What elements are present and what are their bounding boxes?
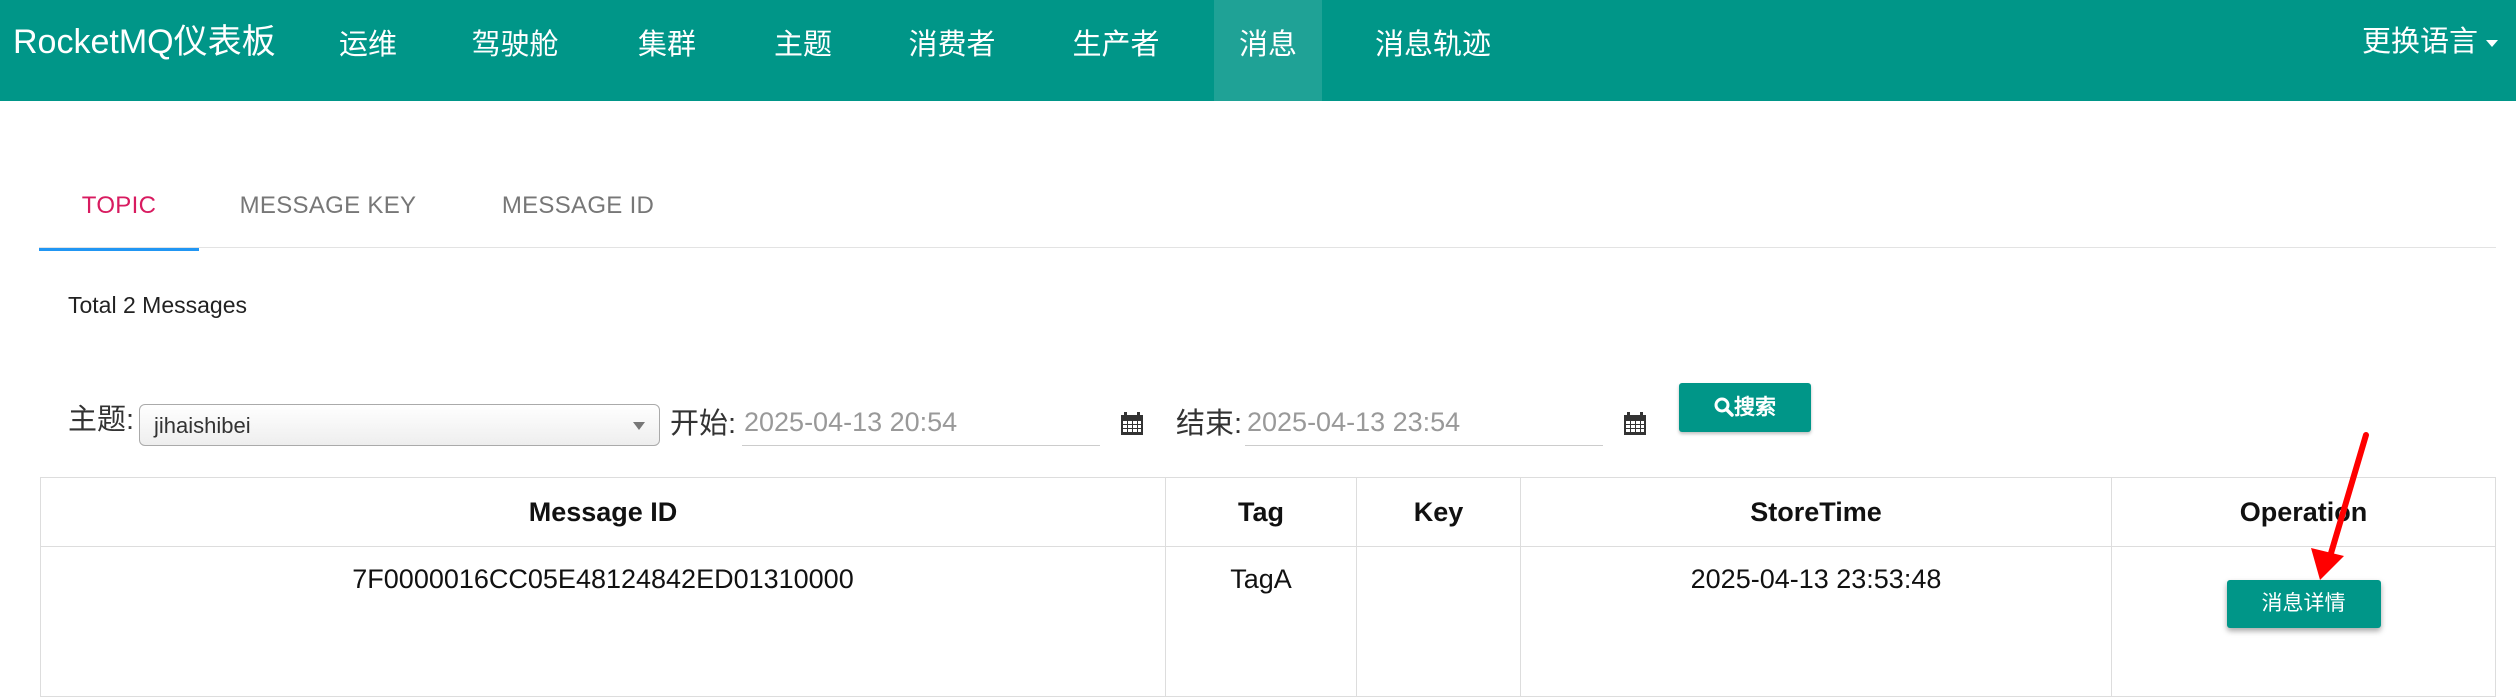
caret-down-icon — [2486, 39, 2498, 47]
nav-item-message-trace[interactable]: 消息轨迹 — [1368, 0, 1498, 101]
end-time-input[interactable] — [1245, 400, 1603, 446]
messages-table: Message ID Tag Key StoreTime Operation 7… — [40, 477, 2496, 697]
nav-item-cockpit[interactable]: 驾驶舱 — [465, 0, 565, 101]
search-button-label: 搜索 — [1734, 396, 1776, 419]
calendar-icon[interactable] — [1623, 412, 1647, 436]
column-header-storetime: StoreTime — [1520, 477, 2112, 547]
nav-item-producer[interactable]: 生产者 — [1060, 0, 1172, 101]
nav-item-message[interactable]: 消息 — [1214, 0, 1322, 101]
language-dropdown[interactable]: 更换语言 — [2362, 22, 2498, 62]
nav-item-label: 集群 — [637, 29, 696, 61]
nav-item-label: 消费者 — [908, 29, 996, 61]
nav-item-label: 运维 — [338, 29, 397, 61]
topic-select-value: jihaishibei — [154, 413, 251, 438]
nav-item-label: 消息轨迹 — [1374, 29, 1491, 61]
start-label: 开始: — [670, 408, 737, 440]
start-time-input[interactable] — [742, 400, 1100, 446]
tab-message-id[interactable]: MESSAGE ID — [480, 186, 676, 248]
tab-topic[interactable]: TOPIC — [39, 186, 199, 251]
top-navbar: RocketMQ仪表板 运维 驾驶舱 集群 主题 消费者 生产者 消息 消息轨迹… — [0, 0, 2516, 101]
nav-item-consumer[interactable]: 消费者 — [896, 0, 1008, 101]
search-icon — [1714, 397, 1734, 417]
column-header-tag: Tag — [1165, 477, 1357, 547]
tab-message-key[interactable]: MESSAGE KEY — [222, 186, 434, 248]
total-count-text: Total 2 Messages — [68, 292, 247, 318]
table-header-row: Message ID Tag Key StoreTime Operation — [40, 477, 2496, 547]
column-header-operation: Operation — [2111, 477, 2496, 547]
nav-item-label: 驾驶舱 — [471, 29, 559, 61]
column-header-message-id: Message ID — [40, 477, 1166, 547]
nav-item-label: 主题 — [773, 29, 832, 61]
cell-key — [1356, 546, 1521, 697]
search-button[interactable]: 搜索 — [1679, 383, 1811, 432]
nav-item-ops[interactable]: 运维 — [322, 0, 414, 101]
calendar-icon[interactable] — [1120, 412, 1144, 436]
cell-storetime: 2025-04-13 23:53:48 — [1520, 546, 2112, 697]
chevron-down-icon — [633, 422, 645, 430]
column-header-key: Key — [1356, 477, 1521, 547]
topic-select[interactable]: jihaishibei — [139, 404, 660, 446]
language-label: 更换语言 — [2361, 26, 2478, 58]
table-row: 7F0000016CC05E48124842ED01310000 TagA 20… — [40, 546, 2496, 697]
cell-tag: TagA — [1165, 546, 1357, 697]
message-detail-button[interactable]: 消息详情 — [2226, 580, 2381, 628]
nav-item-topic[interactable]: 主题 — [760, 0, 846, 101]
brand-title[interactable]: RocketMQ仪表板 — [13, 22, 276, 62]
topic-label: 主题: — [68, 404, 135, 436]
nav-item-cluster[interactable]: 集群 — [624, 0, 710, 101]
nav-item-label: 消息 — [1238, 29, 1297, 61]
cell-operation: 消息详情 — [2111, 546, 2496, 697]
nav-item-label: 生产者 — [1072, 29, 1160, 61]
cell-message-id: 7F0000016CC05E48124842ED01310000 — [40, 546, 1166, 697]
end-label: 结束: — [1176, 408, 1243, 440]
